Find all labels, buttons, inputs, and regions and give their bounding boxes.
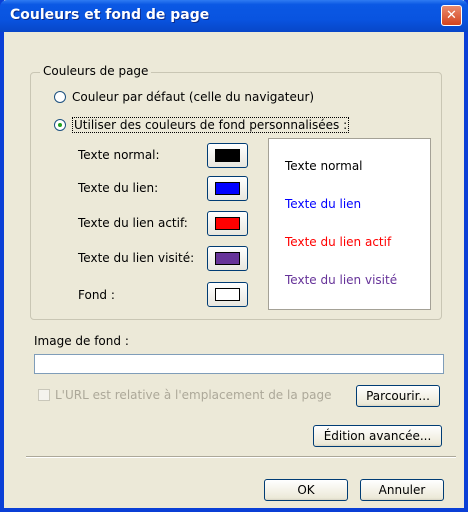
radio-button-checked-icon[interactable] <box>54 119 66 131</box>
background-color-label: Fond : <box>78 288 115 302</box>
normal-text-label: Texte normal: <box>78 148 160 162</box>
visited-color-swatch <box>215 252 240 265</box>
preview-visited-link-text: Texte du lien visité <box>285 273 398 287</box>
background-image-label: Image de fond : <box>34 334 129 348</box>
preview-normal-text: Texte normal <box>285 159 363 173</box>
radio-default-label: Couleur par défaut (celle du navigateur) <box>72 90 315 104</box>
preview-link-text: Texte du lien <box>285 197 362 211</box>
active-color-swatch <box>215 217 240 230</box>
button-separator <box>26 456 456 458</box>
color-preview-panel: Texte normal Texte du lien Texte du lien… <box>268 138 431 310</box>
browse-button[interactable]: Parcourir... <box>356 385 440 407</box>
background-color-button[interactable] <box>207 282 248 307</box>
link-text-label: Texte du lien: <box>78 181 159 195</box>
close-icon[interactable]: ✕ <box>441 5 462 26</box>
radio-default-colors[interactable]: Couleur par défaut (celle du navigateur) <box>54 90 314 104</box>
page-colors-legend: Couleurs de page <box>40 64 152 78</box>
dialog-title: Couleurs et fond de page <box>10 7 210 23</box>
visited-link-color-button[interactable] <box>207 246 248 271</box>
radio-custom-colors[interactable]: Utiliser des couleurs de fond personnali… <box>54 117 350 133</box>
normal-text-color-button[interactable] <box>207 143 248 168</box>
background-image-input[interactable] <box>34 354 444 374</box>
link-color-swatch <box>215 182 240 195</box>
cancel-button[interactable]: Annuler <box>360 479 444 501</box>
title-bar[interactable]: Couleurs et fond de page ✕ <box>0 0 468 32</box>
active-link-text-label: Texte du lien actif: <box>78 216 188 230</box>
advanced-edit-button[interactable]: Édition avancée... <box>313 425 442 447</box>
ok-button[interactable]: OK <box>264 479 348 501</box>
link-text-color-button[interactable] <box>207 176 248 201</box>
preview-active-link-text: Texte du lien actif <box>285 235 392 249</box>
radio-button-icon[interactable] <box>54 91 66 103</box>
relative-url-checkbox-row: L'URL est relative à l'emplacement de la… <box>38 388 331 402</box>
relative-url-label: L'URL est relative à l'emplacement de la… <box>55 388 332 402</box>
active-link-color-button[interactable] <box>207 211 248 236</box>
normal-color-swatch <box>215 149 240 162</box>
visited-link-text-label: Texte du lien visité: <box>78 251 195 265</box>
background-color-swatch <box>215 288 240 301</box>
radio-custom-label: Utiliser des couleurs de fond personnali… <box>72 117 350 133</box>
relative-url-checkbox <box>38 389 50 401</box>
